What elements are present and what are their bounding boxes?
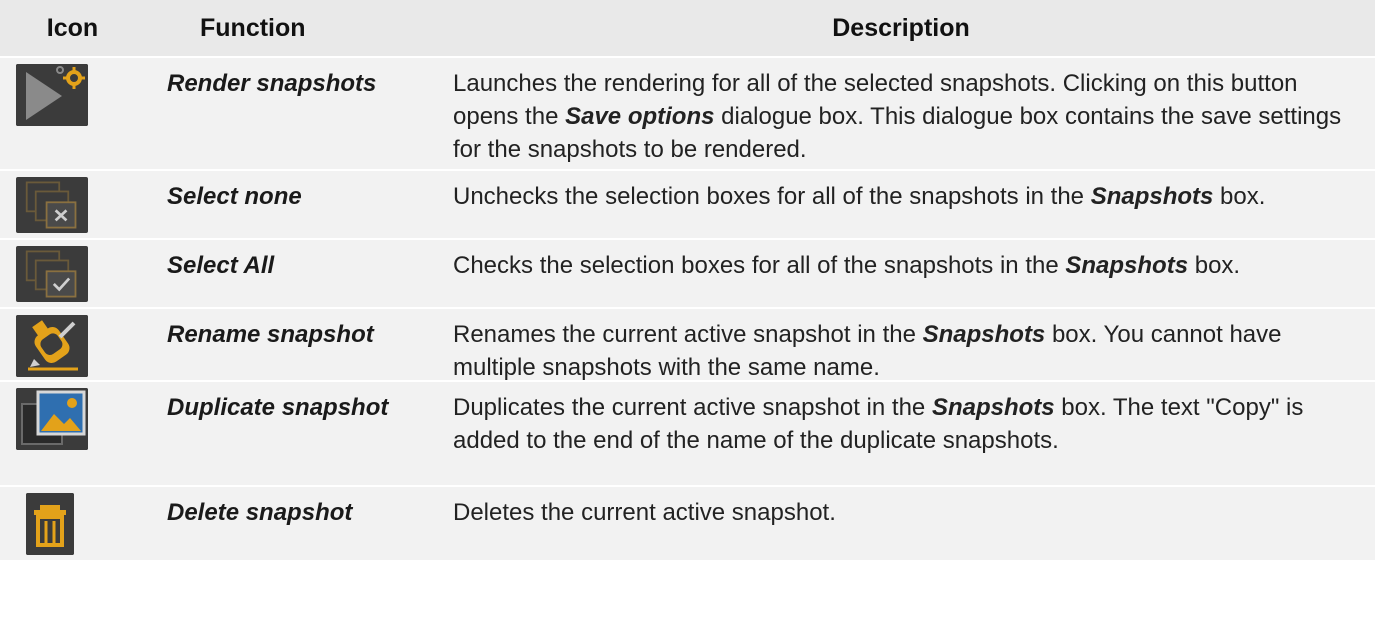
table-row: Rename snapshot Renames the current acti… xyxy=(0,309,1375,382)
function-name: Select All xyxy=(167,252,275,279)
table-row: Select All Checks the selection boxes fo… xyxy=(0,240,1375,309)
table-row: Delete snapshot Deletes the current acti… xyxy=(0,487,1375,562)
delete-snapshot-icon xyxy=(26,493,74,555)
table-row: Render snapshots Launches the rendering … xyxy=(0,58,1375,171)
table-header: Icon Function Description xyxy=(0,0,1375,58)
rename-snapshot-icon xyxy=(16,315,88,377)
function-description: Deletes the current active snapshot. xyxy=(453,499,836,526)
select-all-icon xyxy=(16,246,88,302)
table-row: Duplicate snapshot Duplicates the curren… xyxy=(0,382,1375,487)
function-description: Launches the rendering for all of the se… xyxy=(453,70,1342,163)
function-name: Rename snapshot xyxy=(167,321,374,348)
function-name: Render snapshots xyxy=(167,70,377,97)
function-description: Unchecks the selection boxes for all of … xyxy=(453,183,1266,210)
function-name: Select none xyxy=(167,183,302,210)
render-snapshots-icon xyxy=(16,64,88,126)
icon-function-table: Icon Function Description Render snapsho… xyxy=(0,0,1375,562)
table-row: Select none Unchecks the selection boxes… xyxy=(0,171,1375,240)
header-function: Function xyxy=(200,13,306,42)
duplicate-snapshot-icon xyxy=(16,388,88,450)
header-description: Description xyxy=(832,13,970,42)
function-description: Duplicates the current active snapshot i… xyxy=(453,394,1304,454)
select-none-icon xyxy=(16,177,88,233)
function-name: Duplicate snapshot xyxy=(167,394,389,421)
function-name: Delete snapshot xyxy=(167,499,353,526)
function-description: Renames the current active snapshot in t… xyxy=(453,321,1282,381)
header-icon: Icon xyxy=(46,13,99,42)
function-description: Checks the selection boxes for all of th… xyxy=(453,252,1241,279)
